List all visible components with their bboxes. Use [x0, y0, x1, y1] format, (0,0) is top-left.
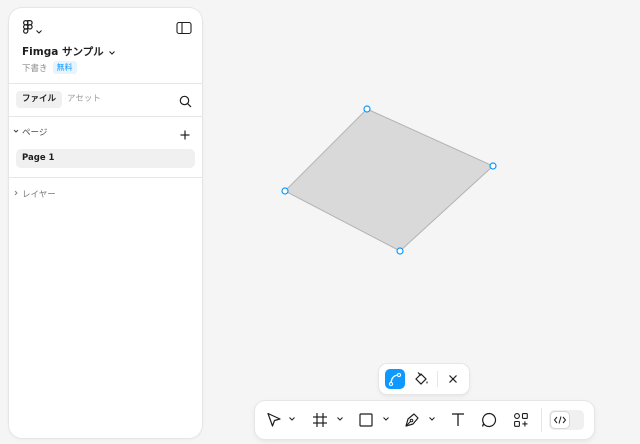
rectangle-tool-button[interactable] [357, 411, 375, 429]
rectangle-tool-icon [357, 411, 375, 429]
move-tool-dropdown[interactable] [289, 417, 295, 435]
pen-tool-icon [403, 411, 421, 429]
frame-tool-dropdown[interactable] [337, 417, 343, 435]
text-tool-icon [449, 411, 467, 429]
dev-mode-toggle[interactable] [549, 410, 584, 430]
vertex-handle[interactable] [489, 162, 497, 170]
comment-tool-icon [480, 411, 498, 429]
divider [437, 371, 438, 387]
move-tool-icon [265, 411, 283, 429]
close-icon [443, 374, 463, 393]
polygon-shape[interactable] [284, 108, 494, 252]
actions-icon [512, 411, 530, 429]
vertex-handle[interactable] [363, 105, 371, 113]
bottom-toolbar [255, 401, 594, 439]
chevron-down-icon [429, 417, 435, 421]
actions-button[interactable] [512, 411, 530, 429]
frame-tool-button[interactable] [311, 411, 329, 429]
chevron-down-icon [337, 417, 343, 421]
close-button[interactable] [443, 369, 463, 389]
dev-mode-icon [551, 413, 569, 432]
move-tool-button[interactable] [265, 411, 283, 429]
paint-bucket-button[interactable] [411, 369, 431, 389]
pen-tool-button[interactable] [403, 411, 421, 429]
text-tool-button[interactable] [449, 411, 467, 429]
path-edit-context-bar [379, 364, 469, 394]
comment-tool-button[interactable] [480, 411, 498, 429]
bend-path-button[interactable] [385, 369, 405, 389]
bend-path-icon [385, 372, 405, 393]
chevron-down-icon [289, 417, 295, 421]
pen-tool-dropdown[interactable] [429, 417, 435, 435]
vertex-handle[interactable] [281, 187, 289, 195]
frame-tool-icon [311, 411, 329, 429]
paint-bucket-icon [411, 372, 431, 393]
vertex-handle[interactable] [396, 247, 404, 255]
canvas[interactable] [0, 0, 640, 444]
divider [541, 408, 542, 432]
chevron-down-icon [383, 417, 389, 421]
dev-mode-knob [551, 412, 569, 428]
shape-tool-dropdown[interactable] [383, 417, 389, 435]
